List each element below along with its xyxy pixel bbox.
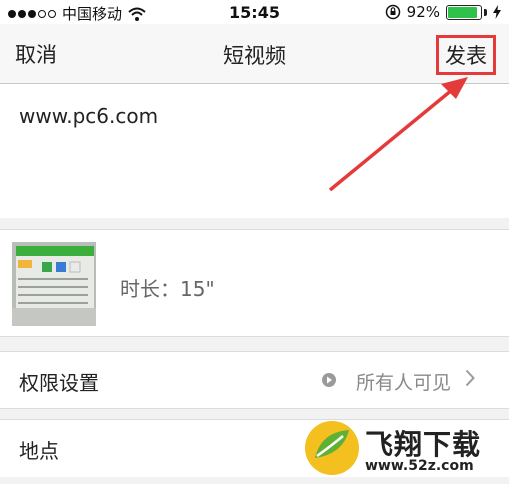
watermark-url: www.52z.com [365,458,474,474]
leaf-logo-icon [305,421,359,475]
video-attachment: 时长：15" [0,229,509,337]
post-text-content[interactable]: www.pc6.com [19,104,158,128]
watermark-brand: 飞翔下载 [365,428,482,461]
battery-percent: 92% [406,3,440,21]
battery-level [448,6,477,18]
visibility-icon [322,373,336,387]
status-bar: 中国移动 15:45 92% [0,0,509,24]
battery-tip [484,8,487,16]
status-right: 92% [385,3,501,21]
location-label: 地点 [19,439,59,463]
post-text-area[interactable]: www.pc6.com [0,84,509,218]
privacy-setting-label: 权限设置 [19,371,99,395]
battery-icon [446,4,482,20]
post-button[interactable]: 发表 [436,35,496,75]
page-title: 短视频 [223,44,286,68]
chevron-right-icon [465,369,475,387]
site-watermark: 飞翔下载 www.52z.com [303,418,503,480]
privacy-setting-row[interactable]: 权限设置 所有人可见 [0,351,509,409]
navigation-bar: 取消 短视频 发表 [0,24,509,84]
rotation-lock-icon [385,4,400,20]
charging-bolt-icon [493,5,501,19]
video-duration: 时长：15" [120,277,215,301]
privacy-setting-value: 所有人可见 [355,372,451,394]
video-thumbnail[interactable] [12,242,96,326]
